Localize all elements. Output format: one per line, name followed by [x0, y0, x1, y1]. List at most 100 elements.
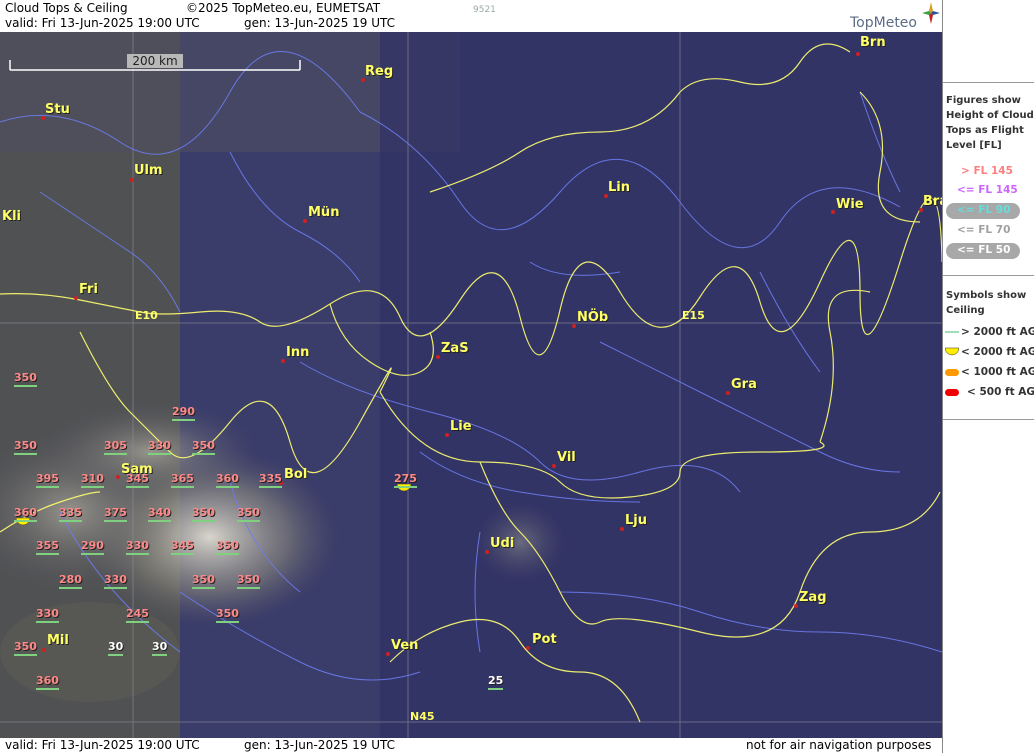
- topmeteo-logo: TopMeteo: [850, 15, 917, 31]
- city-marker: [445, 433, 449, 437]
- compass-star-icon: [922, 2, 940, 24]
- flight-level: 360: [216, 472, 239, 488]
- flight-level: 330: [36, 607, 59, 623]
- flight-level: 355: [36, 539, 59, 555]
- city-label: Ulm: [134, 163, 163, 178]
- flight-level: 365: [171, 472, 194, 488]
- map-background: [0, 32, 942, 738]
- cloud-tops-legend: Figures show Height of Cloud Tops as Fli…: [943, 82, 1034, 273]
- legend-title-line: Height of Cloud: [946, 110, 1034, 121]
- legend-ceiling-2000-above: > 2000 ft AGL: [961, 326, 1034, 338]
- grid-label-e10: E10: [135, 309, 158, 322]
- city-label: Mün: [308, 205, 340, 220]
- satellite-map[interactable]: 200 km E10 E15 N45 Brn Reg Stu Ulm Kli M…: [0, 32, 942, 738]
- legend-title-line: Ceiling: [946, 305, 985, 316]
- product-code: 9521: [473, 5, 496, 15]
- city-marker: [130, 178, 134, 182]
- ceiling-orange-icon: [945, 369, 959, 376]
- legend-ceiling-2000-below: < 2000 ft AGL: [961, 346, 1034, 358]
- city-label: Gra: [731, 377, 757, 392]
- legend-title-line: Tops as Flight: [946, 125, 1024, 136]
- city-marker: [436, 355, 440, 359]
- city-marker: [856, 52, 860, 56]
- city-marker: [116, 475, 120, 479]
- city-marker: [74, 296, 78, 300]
- legend-title-line: Figures show: [946, 95, 1021, 106]
- flight-level: 340: [148, 506, 171, 522]
- flight-level: 350: [14, 439, 37, 455]
- grid-label-e15: E15: [682, 309, 705, 322]
- scale-label: 200 km: [127, 54, 183, 68]
- city-label: Udi: [490, 536, 515, 551]
- city-label: ZaS: [441, 341, 469, 356]
- flight-level: 350: [14, 640, 37, 656]
- city-label: Bol: [284, 467, 308, 482]
- city-marker: [526, 646, 530, 650]
- footer: valid: Fri 13-Jun-2025 19:00 UTC gen: 13…: [0, 738, 942, 753]
- legend-fl-50: <= FL 50: [957, 244, 1011, 256]
- flight-level: 245: [126, 607, 149, 623]
- flight-level: 350: [237, 573, 260, 589]
- valid-time: valid: Fri 13-Jun-2025 19:00 UTC: [5, 16, 200, 30]
- disclaimer: not for air navigation purposes: [746, 738, 932, 752]
- city-label: NÖb: [577, 310, 609, 325]
- flight-level: 350: [192, 439, 215, 455]
- ceiling-yellow-icon: [945, 347, 959, 356]
- header: Cloud Tops & Ceiling ©2025 TopMeteo.eu, …: [0, 0, 942, 32]
- flight-level: 280: [59, 573, 82, 589]
- flight-level: 30: [152, 640, 168, 656]
- legend-fl-90: <= FL 90: [957, 204, 1011, 216]
- city-marker: [386, 652, 390, 656]
- generation-time: gen: 13-Jun-2025 19 UTC: [244, 16, 396, 30]
- flight-level: 345: [171, 539, 194, 555]
- flight-level: 335: [59, 506, 82, 522]
- ceiling-red-icon: [945, 389, 959, 396]
- ceiling-line-icon: [945, 331, 959, 333]
- city-label: Vil: [557, 450, 576, 465]
- flight-level: 350: [237, 506, 260, 522]
- flight-level: 310: [81, 472, 104, 488]
- flight-level: 350: [192, 573, 215, 589]
- city-label: Lin: [608, 180, 630, 195]
- city-label: Lju: [625, 513, 647, 528]
- flight-level: 330: [104, 573, 127, 589]
- legend-title-line: Symbols show: [946, 290, 1027, 301]
- flight-level: 330: [148, 439, 171, 455]
- city-marker: [42, 648, 46, 652]
- flight-level: 290: [81, 539, 104, 555]
- city-label: Brn: [860, 35, 886, 50]
- legend-title-line: Level [FL]: [946, 140, 1002, 151]
- legend-ceiling-1000: < 1000 ft AGL: [961, 366, 1034, 378]
- city-marker: [726, 391, 730, 395]
- flight-level: 350: [216, 539, 239, 555]
- city-marker: [303, 219, 307, 223]
- legend-fl-above-145: > FL 145: [961, 165, 1013, 177]
- city-label: Reg: [365, 64, 394, 79]
- flight-level: 30: [108, 640, 124, 656]
- flight-level: 375: [104, 506, 127, 522]
- city-label: Zag: [799, 590, 827, 605]
- map-title: Cloud Tops & Ceiling: [5, 1, 128, 15]
- grid-label-n45: N45: [410, 710, 435, 723]
- city-marker: [831, 210, 835, 214]
- legend-fl-145: <= FL 145: [957, 184, 1018, 196]
- city-marker: [281, 359, 285, 363]
- city-label: Lie: [450, 419, 472, 434]
- city-marker: [572, 324, 576, 328]
- flight-level: 275: [394, 472, 417, 488]
- city-label: Pot: [532, 632, 557, 647]
- flight-level: 290: [172, 405, 195, 421]
- copyright: ©2025 TopMeteo.eu, EUMETSAT: [186, 1, 381, 15]
- city-marker: [620, 527, 624, 531]
- city-label: Wie: [836, 197, 864, 212]
- flight-level: 335: [259, 472, 282, 488]
- flight-level: 350: [14, 371, 37, 387]
- flight-level: 360: [36, 674, 59, 690]
- city-label: Stu: [45, 102, 70, 117]
- legend-fl-70: <= FL 70: [957, 224, 1011, 236]
- city-label: Fri: [79, 282, 98, 297]
- footer-gen: gen: 13-Jun-2025 19 UTC: [244, 738, 396, 752]
- legend-panel: Figures show Height of Cloud Tops as Fli…: [942, 0, 1034, 753]
- city-label: Mil: [47, 633, 69, 648]
- flight-level: 350: [192, 506, 215, 522]
